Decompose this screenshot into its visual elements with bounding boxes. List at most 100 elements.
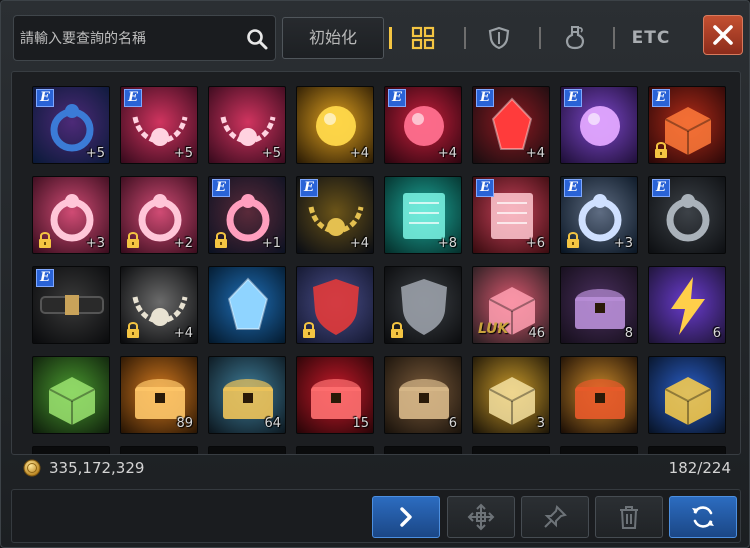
lock-icon bbox=[391, 322, 403, 338]
equipped-badge: E bbox=[124, 89, 142, 107]
item-count: 8 bbox=[624, 326, 633, 341]
filter-equipment-button[interactable] bbox=[469, 19, 529, 57]
inventory-slot-next-row[interactable] bbox=[472, 446, 550, 454]
item-count: +1 bbox=[261, 236, 281, 251]
item-count: +4 bbox=[173, 326, 193, 341]
green-box-icon bbox=[33, 357, 109, 433]
item-count: +5 bbox=[173, 146, 193, 161]
item-count: 15 bbox=[352, 416, 369, 431]
inventory-slot[interactable]: 6 bbox=[648, 266, 726, 344]
item-count: +4 bbox=[349, 146, 369, 161]
delete-button[interactable] bbox=[595, 496, 663, 538]
item-count: +5 bbox=[261, 146, 281, 161]
inventory-slot[interactable] bbox=[296, 266, 374, 344]
equipped-badge: E bbox=[564, 89, 582, 107]
potion-icon bbox=[565, 26, 585, 50]
item-count: +5 bbox=[85, 146, 105, 161]
move-arrows-icon bbox=[467, 503, 495, 531]
inventory-slot[interactable] bbox=[32, 356, 110, 434]
chevron-right-icon bbox=[400, 507, 412, 527]
lock-icon bbox=[127, 322, 139, 338]
inventory-slot[interactable]: E bbox=[648, 86, 726, 164]
pin-button[interactable] bbox=[521, 496, 589, 538]
toolbar-divider bbox=[613, 27, 615, 49]
reset-button[interactable]: 初始化 bbox=[282, 17, 384, 59]
inventory-slot[interactable]: E bbox=[648, 176, 726, 254]
item-count: 89 bbox=[176, 416, 193, 431]
inventory-slot[interactable]: E +5 bbox=[120, 86, 198, 164]
inventory-slot[interactable]: E +6 bbox=[472, 176, 550, 254]
item-count: +3 bbox=[613, 236, 633, 251]
item-count: +4 bbox=[349, 236, 369, 251]
inventory-slot[interactable]: +8 bbox=[384, 176, 462, 254]
stat-label: LUK bbox=[478, 321, 509, 337]
equipped-badge: E bbox=[36, 89, 54, 107]
item-count: 46 bbox=[528, 326, 545, 341]
inventory-slot[interactable]: E +5 bbox=[32, 86, 110, 164]
inventory-slot[interactable]: 89 bbox=[120, 356, 198, 434]
inventory-slot[interactable]: +4 bbox=[296, 86, 374, 164]
inventory-toolbar: 初始化 ETC bbox=[11, 11, 743, 67]
inventory-slot-next-row[interactable] bbox=[560, 446, 638, 454]
filter-consumable-button[interactable] bbox=[545, 19, 605, 57]
inventory-slot[interactable]: E +4 bbox=[296, 176, 374, 254]
gold-box-medal-icon bbox=[561, 357, 637, 433]
trash-icon bbox=[620, 506, 638, 529]
item-count: +2 bbox=[173, 236, 193, 251]
inventory-slot[interactable]: E bbox=[560, 86, 638, 164]
inventory-slot[interactable]: E bbox=[32, 266, 110, 344]
lock-icon bbox=[303, 322, 315, 338]
inventory-slot[interactable]: 6 bbox=[384, 356, 462, 434]
pin-icon bbox=[544, 505, 567, 528]
item-count: 6 bbox=[712, 326, 721, 341]
inventory-slot-next-row[interactable] bbox=[296, 446, 374, 454]
toolbar-divider bbox=[539, 27, 541, 49]
inventory-slot[interactable] bbox=[648, 356, 726, 434]
shield-icon bbox=[488, 26, 510, 50]
lock-icon bbox=[127, 232, 139, 248]
lock-icon bbox=[39, 232, 51, 248]
equipped-badge: E bbox=[300, 179, 318, 197]
inventory-slot[interactable]: 8 bbox=[560, 266, 638, 344]
sort-button[interactable] bbox=[669, 496, 737, 538]
inventory-slot-next-row[interactable] bbox=[32, 446, 110, 454]
inventory-grid-panel[interactable]: E +5 E +5 +5 +4 E +4 E +4 E E +3 +2 E +1 E +4 … bbox=[11, 71, 741, 455]
inventory-slot[interactable]: +5 bbox=[208, 86, 286, 164]
inventory-slot[interactable]: E +4 bbox=[384, 86, 462, 164]
move-button[interactable] bbox=[447, 496, 515, 538]
equipped-badge: E bbox=[564, 179, 582, 197]
blue-crystal-icon bbox=[209, 267, 285, 343]
toolbar-divider bbox=[464, 27, 466, 49]
item-count: +4 bbox=[437, 146, 457, 161]
gold-coin-icon bbox=[23, 459, 41, 477]
inventory-slot[interactable]: 64 bbox=[208, 356, 286, 434]
inventory-slot[interactable]: +2 bbox=[120, 176, 198, 254]
inventory-slot-next-row[interactable] bbox=[648, 446, 726, 454]
inventory-slot[interactable]: E +4 bbox=[472, 86, 550, 164]
inventory-slot-next-row[interactable] bbox=[120, 446, 198, 454]
inventory-slot[interactable]: E +3 bbox=[560, 176, 638, 254]
grid-icon bbox=[411, 26, 435, 50]
inventory-slot-next-row[interactable] bbox=[208, 446, 286, 454]
close-button[interactable] bbox=[703, 15, 743, 55]
close-icon bbox=[713, 25, 733, 45]
equipped-badge: E bbox=[388, 89, 406, 107]
inventory-slot[interactable]: 3 bbox=[472, 356, 550, 434]
inventory-slot[interactable]: LUK 46 bbox=[472, 266, 550, 344]
filter-etc-button[interactable]: ETC bbox=[621, 19, 681, 57]
item-count: 3 bbox=[536, 416, 545, 431]
inventory-slot-next-row[interactable] bbox=[384, 446, 462, 454]
inventory-slot[interactable] bbox=[208, 266, 286, 344]
search-input[interactable] bbox=[20, 26, 232, 52]
search-box[interactable] bbox=[13, 15, 276, 61]
inventory-slot[interactable]: +4 bbox=[120, 266, 198, 344]
inventory-slot[interactable] bbox=[560, 356, 638, 434]
inventory-slot[interactable]: +3 bbox=[32, 176, 110, 254]
inventory-slot[interactable] bbox=[384, 266, 462, 344]
inventory-slot[interactable]: E +1 bbox=[208, 176, 286, 254]
search-icon[interactable] bbox=[245, 27, 269, 51]
expand-button[interactable] bbox=[372, 496, 440, 538]
filter-all-button[interactable] bbox=[393, 19, 453, 57]
inventory-slot[interactable]: 15 bbox=[296, 356, 374, 434]
equipped-badge: E bbox=[476, 179, 494, 197]
